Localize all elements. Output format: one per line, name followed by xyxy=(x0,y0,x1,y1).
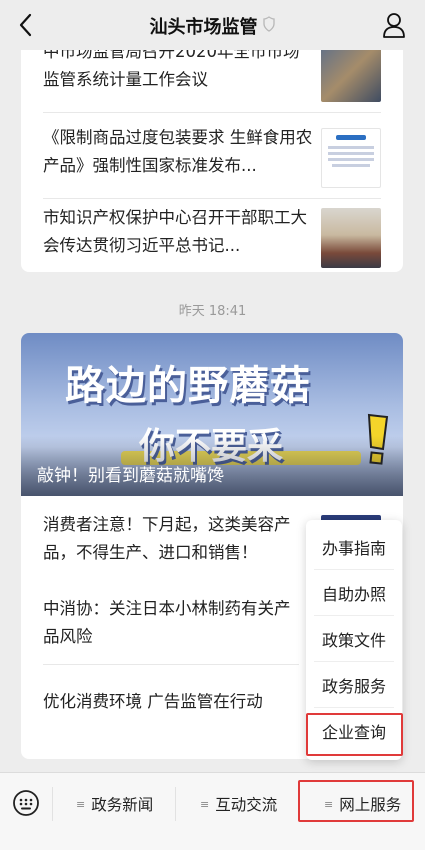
keyboard-icon[interactable] xyxy=(12,789,40,817)
page-title-container: 汕头市场监管 xyxy=(0,13,425,39)
tab-gov-news[interactable]: ≡ 政务新闻 xyxy=(76,791,153,817)
highlight-box-online-services xyxy=(298,780,414,822)
menu-item-self-license[interactable]: 自助办照 xyxy=(314,570,394,616)
menu-item-policy-docs[interactable]: 政策文件 xyxy=(314,616,394,662)
message-timestamp: 昨天 18:41 xyxy=(178,304,247,319)
tab-label: 互动交流 xyxy=(215,796,278,814)
top-bar: 汕头市场监管 xyxy=(0,0,425,50)
tab-separator xyxy=(52,787,53,821)
article-title: 中消协：关注日本小林制药有关产品风险 xyxy=(43,599,291,646)
divider xyxy=(43,198,381,199)
menu-item-gov-services[interactable]: 政务服务 xyxy=(314,662,394,708)
highlight-box-enterprise-query xyxy=(306,713,403,756)
page-title: 汕头市场监管 xyxy=(149,17,258,38)
verified-icon xyxy=(262,15,276,37)
tab-interaction[interactable]: ≡ 互动交流 xyxy=(200,791,277,817)
article-title: 优化消费环境 广告监管在行动 xyxy=(43,692,263,711)
menu-item-guide[interactable]: 办事指南 xyxy=(314,524,394,570)
article-item[interactable]: 市知识产权保护中心召开干部职工大会传达贯彻习近平总书记... xyxy=(43,204,381,268)
article-banner[interactable]: 路边的野蘑菇 你不要采 敲钟！别看到蘑菇就嘴馋 xyxy=(21,333,403,496)
article-title: 《限制商品过度包装要求 生鲜食用农产品》强制性国家标准发布... xyxy=(43,128,313,175)
article-title: 消费者注意！下月起，这类美容产品，不得生产、进口和销售！ xyxy=(43,515,291,562)
article-title: 市知识产权保护中心召开干部职工大会传达贯彻习近平总书记... xyxy=(43,208,307,255)
article-thumbnail xyxy=(321,128,381,188)
divider xyxy=(43,664,299,665)
article-title: 中市场监管局召开2020年全市市场监管系统计量工作会议 xyxy=(43,50,300,89)
tab-label: 政务新闻 xyxy=(91,796,154,814)
banner-caption: 敲钟！别看到蘑菇就嘴馋 xyxy=(37,466,224,486)
menu-lines-icon: ≡ xyxy=(200,797,210,811)
menu-lines-icon: ≡ xyxy=(76,797,86,811)
banner-headline-line1: 路边的野蘑菇 xyxy=(65,363,311,409)
article-thumbnail xyxy=(321,208,381,268)
divider xyxy=(43,112,381,113)
article-thumbnail xyxy=(321,50,381,102)
article-item[interactable]: 《限制商品过度包装要求 生鲜食用农产品》强制性国家标准发布... xyxy=(43,124,381,188)
article-card: 中市场监管局召开2020年全市市场监管系统计量工作会议 《限制商品过度包装要求 … xyxy=(21,50,403,272)
article-item[interactable]: 中市场监管局召开2020年全市市场监管系统计量工作会议 xyxy=(43,50,381,102)
profile-icon[interactable] xyxy=(381,11,407,39)
tab-separator xyxy=(175,787,176,821)
